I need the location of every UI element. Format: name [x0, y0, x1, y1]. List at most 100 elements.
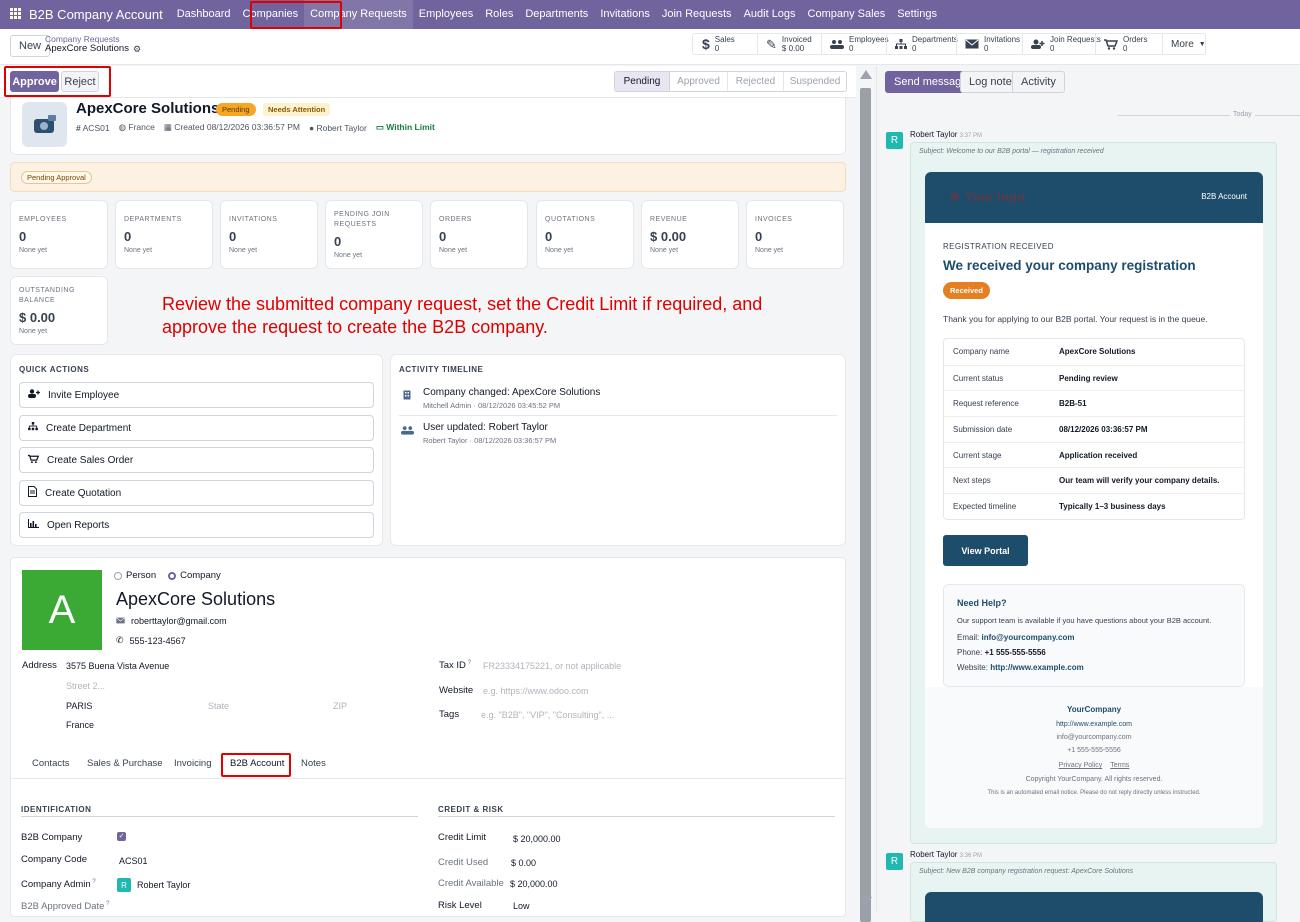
kpi-revenue[interactable]: REVENUE $ 0.00 None yet: [641, 200, 739, 269]
stage-approved[interactable]: Approved: [670, 72, 728, 91]
stat-invoiced[interactable]: ✎ Invoiced $ 0.00: [757, 34, 820, 54]
state-field[interactable]: State: [208, 701, 229, 711]
user-plus-icon: [28, 389, 40, 401]
nav-employees[interactable]: Employees: [413, 0, 479, 29]
create-quotation-button[interactable]: Create Quotation: [19, 480, 374, 506]
users-icon: [830, 39, 844, 49]
stage-rejected[interactable]: Rejected: [728, 72, 784, 91]
partner-name-field[interactable]: ApexCore Solutions: [116, 589, 275, 610]
kpi-quotations[interactable]: QUOTATIONS 0 None yet: [536, 200, 634, 269]
kpi-invoices[interactable]: INVOICES 0 None yet: [746, 200, 844, 269]
app-brand[interactable]: B2B Company Account: [0, 7, 171, 22]
breadcrumb-current: ApexCore Solutions: [45, 43, 129, 54]
nav-departments[interactable]: Departments: [519, 0, 594, 29]
scroll-thumb[interactable]: [860, 88, 871, 922]
stat-invitations[interactable]: Invitations 0: [956, 34, 1028, 54]
create-sales-order-button[interactable]: Create Sales Order: [19, 447, 374, 473]
email-field[interactable]: roberttaylor@gmail.com: [116, 616, 227, 626]
kpi-departments[interactable]: DEPARTMENTS 0 None yet: [115, 200, 213, 269]
kpi-outstanding-balance[interactable]: OUTSTANDING BALANCE $ 0.00 None yet: [10, 276, 108, 345]
address-label: Address: [22, 660, 57, 671]
credit-used-field: $ 0.00: [511, 858, 537, 868]
company-admin-field[interactable]: R Robert Taylor: [117, 878, 190, 892]
kpi-invitations[interactable]: INVITATIONS 0 None yet: [220, 200, 318, 269]
company-code-label: Company Code: [21, 854, 88, 865]
nav-join-requests[interactable]: Join Requests: [656, 0, 738, 29]
reject-button[interactable]: Reject: [61, 71, 99, 92]
help-icon[interactable]: ?: [104, 901, 109, 907]
radio-checked-icon: [168, 571, 177, 580]
terms-link[interactable]: Terms: [1110, 762, 1129, 769]
nav-company-requests[interactable]: Company Requests: [304, 0, 413, 29]
kpi-employees[interactable]: EMPLOYEES 0 None yet: [10, 200, 108, 269]
tab-notes[interactable]: Notes: [301, 758, 326, 769]
company-code-field[interactable]: ACS01: [119, 856, 148, 866]
open-reports-button[interactable]: Open Reports: [19, 512, 374, 538]
app-name: B2B Company Account: [29, 7, 163, 22]
nav-roles[interactable]: Roles: [479, 0, 519, 29]
tab-contacts[interactable]: Contacts: [32, 758, 70, 769]
invite-employee-button[interactable]: Invite Employee: [19, 382, 374, 408]
scroll-down-arrow[interactable]: [860, 897, 872, 906]
country-field[interactable]: France: [66, 720, 94, 730]
avatar[interactable]: R: [886, 132, 903, 149]
nav-company-sales[interactable]: Company Sales: [802, 0, 892, 29]
street2-field[interactable]: Street 2...: [66, 681, 105, 691]
create-department-button[interactable]: Create Department: [19, 415, 374, 441]
tab-invoicing[interactable]: Invoicing: [174, 758, 212, 769]
phone-field[interactable]: ✆ 555-123-4567: [116, 635, 186, 646]
help-icon[interactable]: ?: [91, 879, 95, 885]
dollar-icon: $: [702, 35, 710, 52]
nav-companies[interactable]: Companies: [237, 0, 305, 29]
avatar[interactable]: R: [886, 853, 903, 870]
building-icon: [403, 389, 411, 403]
nav-audit-logs[interactable]: Audit Logs: [738, 0, 802, 29]
taxid-field[interactable]: FR23334175221, or not applicable: [483, 661, 621, 671]
stat-departments[interactable]: Departments 0: [886, 34, 966, 54]
nav-dashboard[interactable]: Dashboard: [171, 0, 237, 29]
approve-button[interactable]: Approve: [10, 71, 59, 92]
control-panel: New Company Requests ApexCore Solutions …: [0, 29, 1300, 65]
new-button[interactable]: New: [10, 35, 51, 57]
stage-pending[interactable]: Pending: [615, 72, 670, 91]
b2b-company-checkbox[interactable]: ✓: [117, 832, 126, 841]
logo-icon: ▣: [950, 191, 960, 202]
zip-field[interactable]: ZIP: [333, 701, 347, 711]
street-field[interactable]: 3575 Buena Vista Avenue: [66, 661, 169, 671]
check-icon: ✓: [118, 833, 125, 840]
privacy-link[interactable]: Privacy Policy: [1059, 762, 1103, 769]
tab-b2b-account[interactable]: B2B Account: [230, 758, 284, 769]
risk-level-field[interactable]: Low: [513, 901, 530, 911]
company-logo: [22, 102, 67, 147]
notebook-tabs: [11, 778, 845, 779]
credit-card-icon: ▭: [375, 122, 384, 132]
avatar[interactable]: A: [22, 570, 102, 650]
view-portal-button[interactable]: View Portal: [943, 535, 1028, 566]
nav-invitations[interactable]: Invitations: [594, 0, 656, 29]
gear-icon[interactable]: ⚙: [133, 44, 141, 54]
detail-row: Current stage Application received: [944, 441, 1244, 468]
stat-sales[interactable]: $ Sales 0: [694, 34, 743, 54]
more-dropdown[interactable]: More ▼: [1162, 34, 1214, 54]
detail-row: Expected timeline Typically 1–3 business …: [944, 493, 1244, 519]
form-scrollbar[interactable]: [857, 66, 875, 922]
website-field[interactable]: e.g. https://www.odoo.com: [483, 686, 589, 696]
nav-settings[interactable]: Settings: [891, 0, 943, 29]
credit-limit-field[interactable]: $ 20,000.00: [513, 834, 561, 844]
kpi-orders[interactable]: ORDERS 0 None yet: [430, 200, 528, 269]
stat-orders[interactable]: Orders 0: [1095, 34, 1155, 54]
stage-pipeline: Pending Approved Rejected Suspended: [614, 71, 847, 92]
tags-field[interactable]: e.g. "B2B", "VIP", "Consulting", ...: [481, 710, 614, 720]
kpi-pending-join-requests[interactable]: PENDING JOIN REQUESTS 0 None yet: [325, 200, 423, 269]
activity-button[interactable]: Activity: [1012, 71, 1065, 93]
apps-grid-icon[interactable]: [10, 7, 21, 22]
type-person-radio[interactable]: Person: [114, 570, 156, 581]
type-company-radio[interactable]: Company: [168, 570, 221, 581]
city-field[interactable]: PARIS: [66, 701, 92, 711]
stage-suspended[interactable]: Suspended: [784, 72, 846, 91]
company-title: ApexCore Solutions: [76, 100, 220, 117]
header-meta: # ACS01 ◍ France ▦ Created 08/12/2026 03…: [76, 122, 435, 133]
tab-sales-purchase[interactable]: Sales & Purchase: [87, 758, 163, 769]
scroll-up-arrow[interactable]: [860, 70, 872, 79]
help-icon[interactable]: ?: [466, 660, 471, 666]
